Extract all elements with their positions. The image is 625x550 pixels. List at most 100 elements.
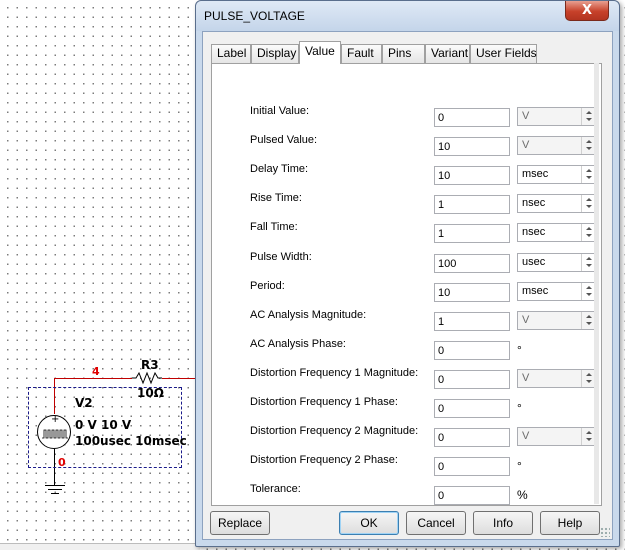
tab-variant[interactable]: Variant — [425, 44, 470, 63]
spin-up-icon — [586, 140, 592, 143]
unit-value: V — [522, 314, 530, 326]
label-tolerance: Tolerance: — [250, 483, 301, 495]
unit-value: V — [522, 139, 530, 151]
ok-button[interactable]: OK — [339, 511, 399, 535]
replace-button[interactable]: Replace — [210, 511, 270, 535]
canvas-scrollbar[interactable] — [0, 543, 200, 550]
spin-down-icon — [586, 176, 592, 179]
unit-tolerance: % — [517, 488, 528, 502]
spin-up-icon — [586, 198, 592, 201]
source-ref: V2 — [75, 396, 93, 410]
input-ac-analysis-phase[interactable]: 0 — [434, 341, 510, 360]
spin-up-icon — [586, 286, 592, 289]
close-button[interactable]: X — [565, 1, 609, 21]
resistor-ref: R3 — [141, 358, 159, 372]
spin-up-icon — [586, 257, 592, 260]
spin-down-icon — [586, 147, 592, 150]
spin-up-icon — [586, 373, 592, 376]
unit-select-ac-analysis-magnitude: V — [517, 311, 597, 330]
unit-select-rise-time[interactable]: nsec — [517, 194, 597, 213]
input-ac-analysis-magnitude[interactable]: 1 — [434, 312, 510, 331]
spin-up-icon — [586, 111, 592, 114]
label-fall-time: Fall Time: — [250, 221, 298, 233]
tab-user-fields[interactable]: User Fields — [470, 44, 537, 63]
unit-select-distortion-frequency-2-magnitude: V — [517, 427, 597, 446]
input-fall-time[interactable]: 1 — [434, 224, 510, 243]
dialog-titlebar[interactable]: PULSE_VOLTAGE X — [196, 1, 619, 31]
input-initial-value[interactable]: 0 — [434, 108, 510, 127]
resistor-symbol[interactable] — [132, 371, 162, 385]
value-tab-panel: Initial Value: 0 V Pulsed Value: 10 V Delay Ti… — [211, 63, 602, 506]
unit-select-pulsed-value: V — [517, 136, 597, 155]
label-distortion-frequency-1-phase: Distortion Frequency 1 Phase: — [250, 396, 398, 408]
tab-display[interactable]: Display — [251, 44, 299, 63]
tab-value[interactable]: Value — [299, 41, 341, 64]
unit-value: msec — [522, 285, 549, 297]
input-delay-time[interactable]: 10 — [434, 166, 510, 185]
spin-up-icon — [586, 169, 592, 172]
info-button[interactable]: Info — [473, 511, 533, 535]
label-rise-time: Rise Time: — [250, 192, 302, 204]
input-period[interactable]: 10 — [434, 283, 510, 302]
unit-value: V — [522, 372, 530, 384]
input-pulse-width[interactable]: 100 — [434, 254, 510, 273]
wire-ground — [54, 469, 55, 485]
label-ac-analysis-phase: AC Analysis Phase: — [250, 338, 346, 350]
ground-icon — [45, 485, 65, 486]
label-distortion-frequency-2-magnitude: Distortion Frequency 2 Magnitude: — [250, 425, 419, 437]
spin-down-icon — [586, 264, 592, 267]
pulse-source-symbol[interactable]: + — [37, 414, 71, 449]
spin-down-icon — [586, 438, 592, 441]
dialog-title: PULSE_VOLTAGE — [204, 9, 305, 23]
input-tolerance[interactable]: 0 — [434, 486, 510, 505]
spin-down-icon — [586, 118, 592, 121]
unit-value: V — [522, 110, 530, 122]
spin-down-icon — [586, 380, 592, 383]
input-pulsed-value[interactable]: 10 — [434, 137, 510, 156]
pulse-voltage-dialog: PULSE_VOLTAGE X Label Display Value Faul… — [195, 0, 620, 547]
close-icon: X — [581, 3, 593, 18]
label-delay-time: Delay Time: — [250, 163, 309, 175]
unit-select-fall-time[interactable]: nsec — [517, 223, 597, 242]
spin-up-icon — [586, 315, 592, 318]
schematic-canvas[interactable]: 4 0 R3 10Ω + V2 0 V 10 V 100usec 10msec — [0, 0, 200, 550]
unit-value: nsec — [522, 226, 546, 238]
unit-select-distortion-frequency-1-magnitude: V — [517, 369, 597, 388]
label-period: Period: — [250, 280, 285, 292]
net-label-4: 4 — [92, 365, 100, 378]
label-pulse-width: Pulse Width: — [250, 251, 312, 263]
cancel-button[interactable]: Cancel — [406, 511, 466, 535]
resize-grip-icon[interactable] — [600, 527, 610, 537]
input-distortion-frequency-2-magnitude[interactable]: 0 — [434, 428, 510, 447]
spin-down-icon — [586, 205, 592, 208]
spin-down-icon — [586, 293, 592, 296]
spin-down-icon — [586, 322, 592, 325]
unit-value: nsec — [522, 197, 546, 209]
unit-select-pulse-width[interactable]: usec — [517, 253, 597, 272]
tab-label[interactable]: Label — [211, 44, 251, 63]
unit-distortion-frequency-2-phase: ° — [517, 459, 522, 473]
tab-fault[interactable]: Fault — [341, 44, 382, 63]
unit-value: V — [522, 430, 530, 442]
label-ac-analysis-magnitude: AC Analysis Magnitude: — [250, 309, 367, 321]
spin-up-icon — [586, 227, 592, 230]
unit-select-period[interactable]: msec — [517, 282, 597, 301]
source-params-line1: 0 V 10 V — [75, 418, 132, 432]
unit-select-delay-time[interactable]: msec — [517, 165, 597, 184]
input-distortion-frequency-2-phase[interactable]: 0 — [434, 457, 510, 476]
input-rise-time[interactable]: 1 — [434, 195, 510, 214]
unit-select-initial-value: V — [517, 107, 597, 126]
spin-up-icon — [586, 431, 592, 434]
input-distortion-frequency-1-phase[interactable]: 0 — [434, 399, 510, 418]
label-pulsed-value: Pulsed Value: — [250, 134, 318, 146]
help-button[interactable]: Help — [540, 511, 600, 535]
spin-down-icon — [586, 234, 592, 237]
unit-distortion-frequency-1-phase: ° — [517, 401, 522, 415]
label-initial-value: Initial Value: — [250, 105, 310, 117]
source-params-line2: 100usec 10msec — [75, 434, 187, 448]
wire-net-4[interactable] — [54, 378, 132, 379]
panel-scrollbar[interactable] — [594, 63, 599, 504]
input-distortion-frequency-1-magnitude[interactable]: 0 — [434, 370, 510, 389]
tab-pins[interactable]: Pins — [382, 44, 425, 63]
label-distortion-frequency-1-magnitude: Distortion Frequency 1 Magnitude: — [250, 367, 419, 379]
